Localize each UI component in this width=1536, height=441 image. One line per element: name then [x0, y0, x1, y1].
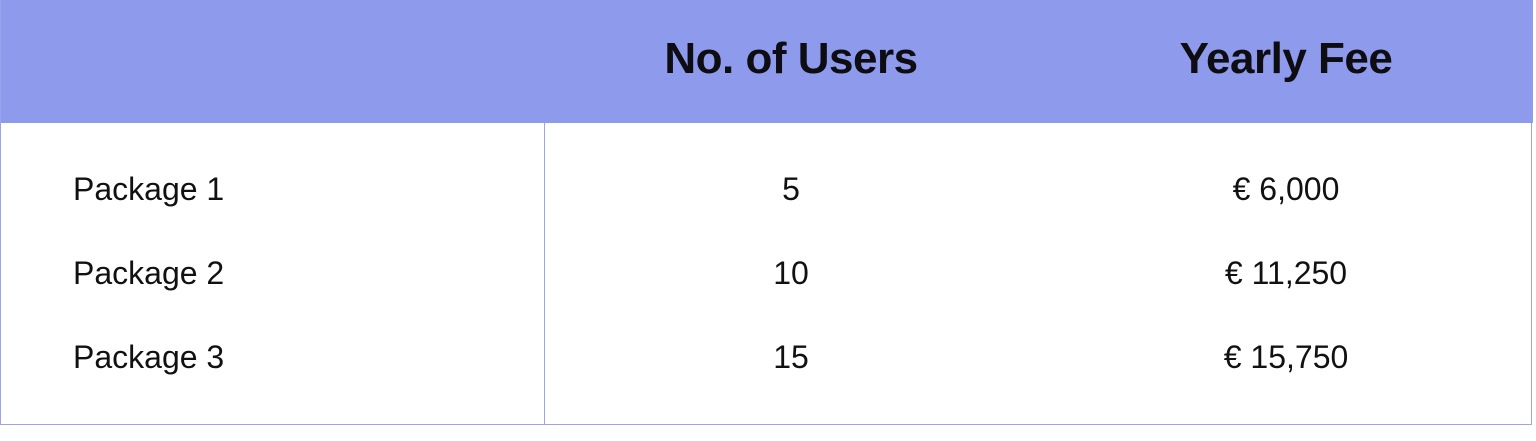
- package-name: Package 1: [73, 171, 225, 207]
- user-count: 5: [782, 171, 800, 207]
- user-count: 10: [773, 255, 809, 291]
- user-count: 15: [773, 339, 809, 375]
- table-row: Package 2 10 € 11,250: [1, 243, 1533, 303]
- package-name: Package 3: [73, 339, 225, 375]
- pricing-table: No. of Users Yearly Fee Package 1 5 € 6,…: [0, 0, 1533, 425]
- header-yearly-fee: Yearly Fee: [1179, 34, 1393, 83]
- package-name: Package 2: [73, 255, 225, 291]
- table-header: No. of Users Yearly Fee: [1, 0, 1533, 123]
- yearly-fee: € 11,250: [1224, 255, 1348, 291]
- table-row: Package 3 15 € 15,750: [1, 327, 1533, 387]
- yearly-fee: € 15,750: [1223, 339, 1349, 375]
- table-row: Package 1 5 € 6,000: [1, 159, 1533, 219]
- header-no-of-users: No. of Users: [664, 34, 918, 83]
- yearly-fee: € 6,000: [1232, 171, 1340, 207]
